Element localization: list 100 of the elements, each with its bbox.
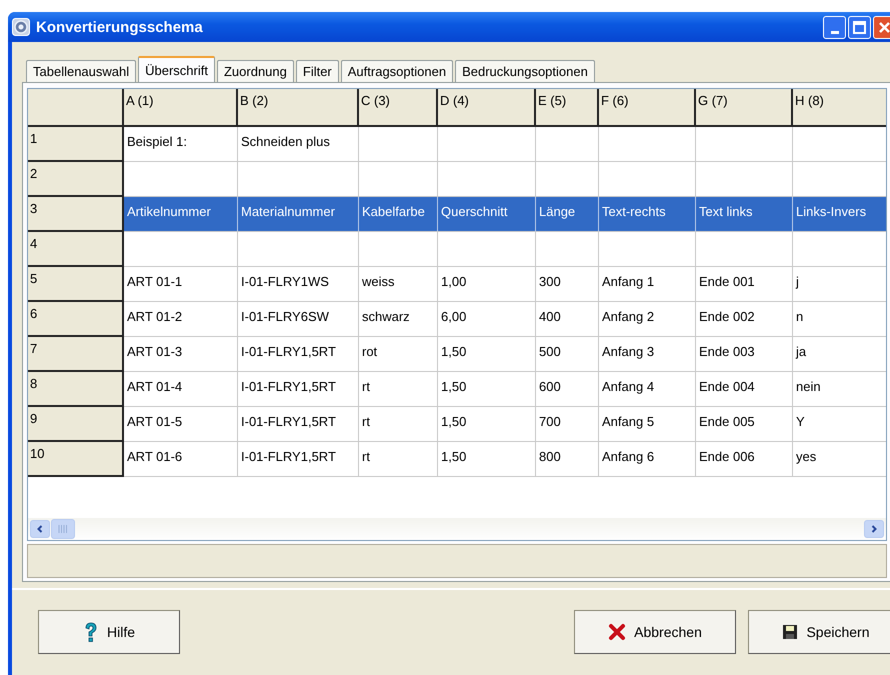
table-cell: Anfang 6 <box>599 442 696 477</box>
tab[interactable]: Zuordnung <box>216 60 294 82</box>
table-cell: Artikelnummer <box>124 197 238 232</box>
table-cell: Querschnitt <box>438 197 536 232</box>
dialog-button[interactable]: Hilfe <box>38 610 180 654</box>
dialog-button[interactable]: Speichern <box>748 610 890 654</box>
table-cell: 700 <box>536 407 599 442</box>
chevron-left-icon <box>35 524 45 534</box>
table-cell: rt <box>359 372 438 407</box>
table-cell: Ende 003 <box>696 337 793 372</box>
tab[interactable]: Auftragsoptionen <box>340 60 454 82</box>
cross-icon <box>608 623 626 641</box>
table-cell: Text links <box>696 197 793 232</box>
question-mark-icon <box>82 621 99 643</box>
table-cell: ja <box>793 337 886 372</box>
column-header[interactable]: G (7) <box>696 89 793 127</box>
table-cell: Links-Invers <box>793 197 886 232</box>
table-cell: I-01-FLRY1,5RT <box>238 372 359 407</box>
tab[interactable]: Filter <box>296 60 339 82</box>
table-cell: Ende 004 <box>696 372 793 407</box>
table-cell: I-01-FLRY1WS <box>238 267 359 302</box>
row-header[interactable]: 4 <box>28 232 124 267</box>
column-header[interactable]: F (6) <box>599 89 696 127</box>
table-cell: 800 <box>536 442 599 477</box>
table-cell: Anfang 3 <box>599 337 696 372</box>
table-cell: rt <box>359 442 438 477</box>
dialog-button[interactable]: Abbrechen <box>574 610 736 654</box>
table-cell: j <box>793 267 886 302</box>
app-icon <box>12 18 30 36</box>
table-cell: Ende 005 <box>696 407 793 442</box>
row-header[interactable]: 9 <box>28 407 124 442</box>
table-cell: nein <box>793 372 886 407</box>
table-cell: 1,50 <box>438 337 536 372</box>
table-cell: Anfang 2 <box>599 302 696 337</box>
maximize-button[interactable] <box>848 16 871 38</box>
table-cell: rot <box>359 337 438 372</box>
table-cell: 600 <box>536 372 599 407</box>
table-cell <box>536 127 599 162</box>
horizontal-scrollbar[interactable] <box>28 518 886 540</box>
column-header[interactable]: E (5) <box>536 89 599 127</box>
column-header[interactable]: B (2) <box>238 89 359 127</box>
column-header[interactable]: A (1) <box>124 89 238 127</box>
table-cell: 500 <box>536 337 599 372</box>
table-cell: 1,50 <box>438 442 536 477</box>
table-cell: 400 <box>536 302 599 337</box>
table-cell: Schneiden plus <box>238 127 359 162</box>
table-cell: Ende 001 <box>696 267 793 302</box>
table-cell: 1,50 <box>438 372 536 407</box>
table-cell: ART 01-6 <box>124 442 238 477</box>
row-header[interactable]: 6 <box>28 302 124 337</box>
table-cell: ART 01-4 <box>124 372 238 407</box>
table-cell: I-01-FLRY1,5RT <box>238 442 359 477</box>
window-title: Konvertierungsschema <box>36 18 203 36</box>
table-cell: schwarz <box>359 302 438 337</box>
row-header[interactable]: 3 <box>28 197 124 232</box>
table-cell: 300 <box>536 267 599 302</box>
table-cell: I-01-FLRY1,5RT <box>238 337 359 372</box>
chevron-right-icon <box>869 524 879 534</box>
table-cell: 1,50 <box>438 407 536 442</box>
row-header[interactable]: 5 <box>28 267 124 302</box>
scroll-left-button[interactable] <box>30 520 50 538</box>
table-cell: weiss <box>359 267 438 302</box>
table-cell <box>536 232 599 267</box>
table-cell: Anfang 4 <box>599 372 696 407</box>
tab[interactable]: Tabellenauswahl <box>26 60 136 82</box>
table-cell: Ende 002 <box>696 302 793 337</box>
table-cell: Text-rechts <box>599 197 696 232</box>
column-header[interactable]: C (3) <box>359 89 438 127</box>
table-cell: Ende 006 <box>696 442 793 477</box>
table-cell: Y <box>793 407 886 442</box>
table-cell: Anfang 5 <box>599 407 696 442</box>
table-cell: n <box>793 302 886 337</box>
table-cell: Länge <box>536 197 599 232</box>
table-cell: Anfang 1 <box>599 267 696 302</box>
table-cell: I-01-FLRY1,5RT <box>238 407 359 442</box>
row-header[interactable]: 10 <box>28 442 124 477</box>
table-cell: Kabelfarbe <box>359 197 438 232</box>
table-cell: ART 01-2 <box>124 302 238 337</box>
row-header[interactable]: 1 <box>28 127 124 162</box>
close-button[interactable] <box>873 16 890 38</box>
table-cell: Beispiel 1: <box>124 127 238 162</box>
table-cell: ART 01-3 <box>124 337 238 372</box>
table-cell: I-01-FLRY6SW <box>238 302 359 337</box>
row-header[interactable]: 8 <box>28 372 124 407</box>
tab[interactable]: Überschrift <box>138 56 215 82</box>
column-header[interactable]: H (8) <box>793 89 886 127</box>
row-header[interactable]: 7 <box>28 337 124 372</box>
scroll-thumb[interactable] <box>51 519 75 540</box>
tab[interactable]: Bedruckungsoptionen <box>455 60 595 82</box>
table-cell: yes <box>793 442 886 477</box>
table-cell: ART 01-1 <box>124 267 238 302</box>
table-cell: 1,00 <box>438 267 536 302</box>
row-header[interactable]: 2 <box>28 162 124 197</box>
scroll-right-button[interactable] <box>864 520 884 538</box>
table-cell: 6,00 <box>438 302 536 337</box>
table-cell: ART 01-5 <box>124 407 238 442</box>
minimize-button[interactable] <box>823 16 846 38</box>
table-cell: rt <box>359 407 438 442</box>
minimize-icon <box>830 30 838 34</box>
column-header[interactable]: D (4) <box>438 89 536 127</box>
